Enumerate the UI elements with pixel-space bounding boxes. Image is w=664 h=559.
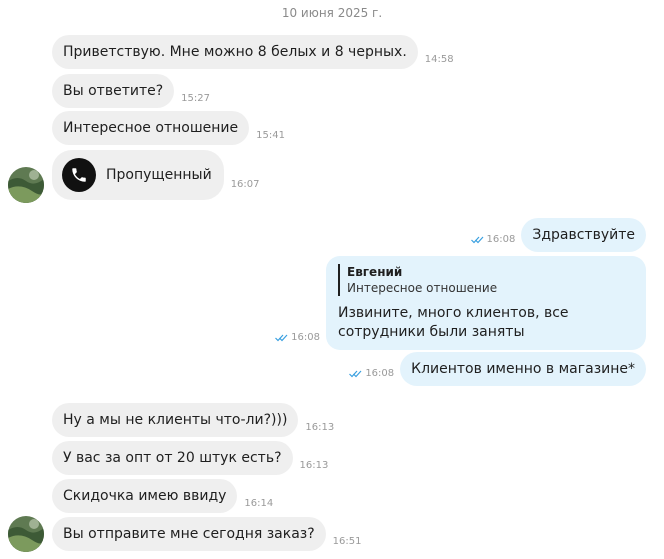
message-time: 16:14 — [244, 498, 274, 509]
message-incoming[interactable]: Ну а мы не клиенты что-ли?))) 16:13 — [52, 403, 334, 437]
message-incoming[interactable]: Вы отправите мне сегодня заказ? 16:51 — [52, 517, 362, 551]
message-text: Здравствуйте — [521, 218, 646, 252]
message-time: 15:27 — [181, 93, 210, 104]
avatar[interactable] — [8, 516, 44, 552]
message-time: 16:08 — [365, 368, 395, 379]
message-text: Ну а мы не клиенты что-ли?))) — [52, 403, 299, 437]
read-ticks-icon — [470, 236, 483, 243]
reply-author: Евгений — [347, 265, 403, 279]
message-text: Клиентов именно в магазине* — [400, 352, 646, 386]
message-time: 15:41 — [256, 130, 285, 141]
message-incoming[interactable]: У вас за опт от 20 штук есть? 16:13 — [52, 441, 328, 475]
message-text: Пропущенный — [106, 167, 212, 183]
message-time: 16:13 — [305, 422, 335, 433]
message-time: 16:51 — [332, 536, 362, 547]
message-text: Вы отправите мне сегодня заказ? — [52, 517, 326, 551]
read-ticks-icon — [275, 334, 288, 341]
message-text: Извините, много клиентов, все сотрудники… — [338, 305, 569, 340]
reply-quote-text: Интересное отношение — [347, 281, 498, 295]
phone-icon — [62, 158, 96, 192]
message-incoming[interactable]: Интересное отношение 15:41 — [52, 111, 285, 145]
message-missed-call[interactable]: Пропущенный 16:07 — [52, 150, 260, 200]
message-time: 14:58 — [424, 54, 454, 65]
reply-bubble: Евгений Интересное отношение Извините, м… — [326, 256, 646, 350]
message-time: 16:08 — [486, 234, 516, 245]
read-ticks-icon — [349, 370, 362, 377]
message-time: 16:08 — [291, 332, 320, 343]
date-separator: 10 июня 2025 г. — [281, 6, 383, 20]
message-outgoing-reply[interactable]: 16:08 Евгений Интересное отношение Извин… — [275, 256, 646, 350]
avatar-image — [8, 516, 44, 552]
avatar-image — [8, 167, 44, 203]
message-text: Приветствую. Мне можно 8 белых и 8 черны… — [52, 35, 418, 69]
message-time: 16:07 — [230, 179, 260, 190]
message-text: Вы ответите? — [52, 74, 175, 108]
message-outgoing[interactable]: 16:08 Здравствуйте — [470, 218, 646, 252]
avatar[interactable] — [8, 167, 44, 203]
message-incoming[interactable]: Приветствую. Мне можно 8 белых и 8 черны… — [52, 35, 454, 69]
message-text: Скидочка имею ввиду — [52, 479, 238, 513]
message-text: У вас за опт от 20 штук есть? — [52, 441, 293, 475]
reply-quote[interactable]: Евгений Интересное отношение — [338, 264, 634, 296]
call-bubble[interactable]: Пропущенный — [52, 150, 224, 200]
message-text: Интересное отношение — [52, 111, 250, 145]
message-incoming[interactable]: Скидочка имею ввиду 16:14 — [52, 479, 273, 513]
message-incoming[interactable]: Вы ответите? 15:27 — [52, 74, 210, 108]
message-outgoing[interactable]: 16:08 Клиентов именно в магазине* — [349, 352, 646, 386]
message-time: 16:13 — [299, 460, 329, 471]
